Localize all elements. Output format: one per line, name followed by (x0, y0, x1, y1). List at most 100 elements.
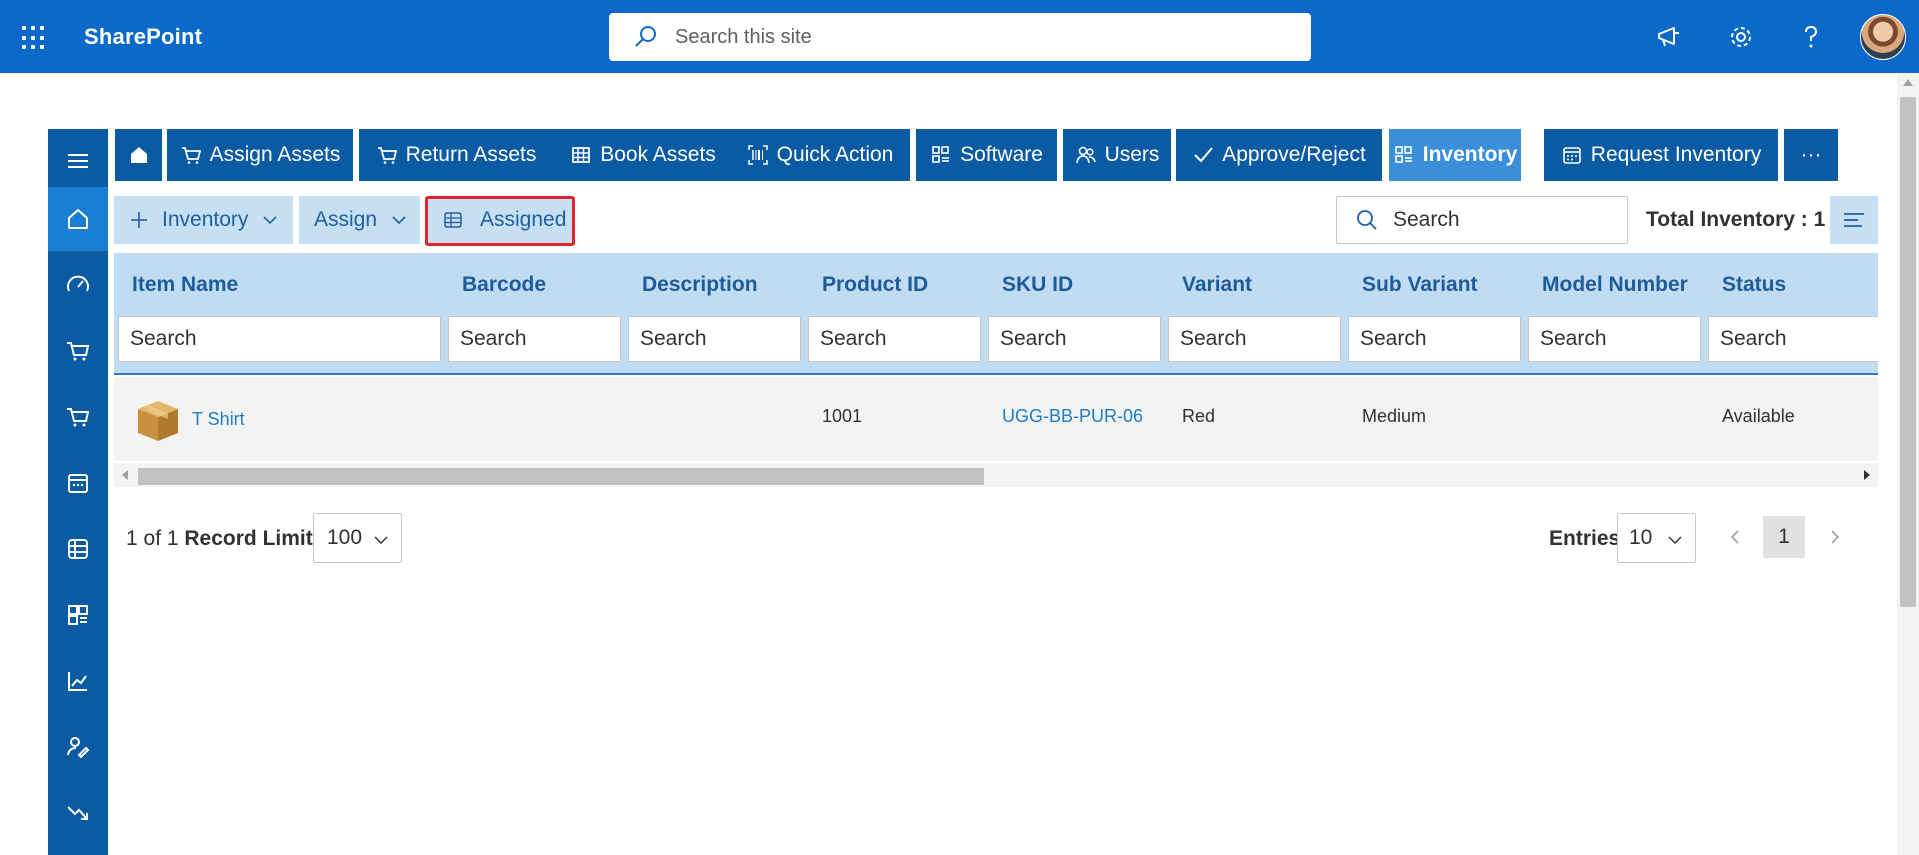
site-search-box[interactable]: Search this site (609, 13, 1311, 61)
user-avatar[interactable] (1860, 14, 1906, 60)
help-icon[interactable] (1796, 22, 1826, 52)
table-row[interactable]: T Shirt 1001 UGG-BB-PUR-06 Red Medium Av… (114, 377, 1878, 461)
record-limit-value: 100 (327, 526, 363, 549)
chevron-down-icon (374, 536, 388, 545)
filter-product-id[interactable]: Search (808, 316, 981, 362)
nav-book-assets-label: Book Assets (600, 143, 716, 166)
cart-icon (181, 147, 201, 164)
column-header-item-name[interactable]: Item Name (132, 273, 238, 297)
table-scrollbar-thumb[interactable] (138, 468, 984, 485)
nav-users-label: Users (1104, 143, 1160, 166)
chevron-down-icon (1668, 536, 1682, 545)
nav-quick-action-button[interactable]: Quick Action (730, 129, 910, 181)
column-header-description[interactable]: Description (642, 273, 758, 297)
grid-search-placeholder: Search (1393, 208, 1460, 231)
rail-chart-icon[interactable] (48, 649, 108, 713)
plus-icon (131, 212, 147, 228)
search-icon (1357, 210, 1377, 230)
entries-value: 10 (1629, 526, 1653, 549)
cell-sku-id[interactable]: UGG-BB-PUR-06 (1002, 406, 1143, 427)
column-header-variant[interactable]: Variant (1182, 273, 1252, 297)
nav-home-button[interactable] (115, 129, 162, 181)
rail-cart-icon[interactable] (48, 319, 108, 383)
cardboard-box-icon (138, 401, 178, 441)
column-header-status[interactable]: Status (1722, 273, 1786, 297)
record-limit-label: Record Limit (184, 527, 313, 550)
page-number-button[interactable]: 1 (1763, 516, 1805, 558)
cart-return-icon (377, 147, 397, 164)
settings-gear-icon[interactable] (1726, 22, 1756, 52)
scroll-right-arrow-icon[interactable] (1864, 470, 1870, 480)
filter-barcode[interactable]: Search (448, 316, 621, 362)
nav-software-label: Software (960, 143, 1043, 166)
next-page-button[interactable] (1814, 516, 1856, 558)
nav-users-button[interactable]: Users (1063, 129, 1171, 181)
record-summary: 1 of 1 Record Limit (126, 527, 313, 551)
nav-software-button[interactable]: Software (916, 129, 1057, 181)
nav-return-assets-button[interactable]: Return Assets (359, 129, 553, 181)
rail-user-edit-icon[interactable] (48, 715, 108, 779)
entries-select[interactable]: 10 (1617, 513, 1696, 563)
rail-cart-return-icon[interactable] (48, 385, 108, 449)
brand-title[interactable]: SharePoint (84, 24, 202, 50)
nav-assign-assets-button[interactable]: Assign Assets (167, 129, 353, 181)
hamburger-menu-icon[interactable] (48, 129, 108, 193)
table-header: Item Name Barcode Description Product ID… (114, 253, 1878, 375)
nav-more-button[interactable]: ··· (1784, 129, 1838, 181)
filter-sub-variant[interactable]: Search (1348, 316, 1521, 362)
rail-trend-down-icon[interactable] (48, 781, 108, 845)
cell-variant: Red (1182, 406, 1216, 426)
rail-dashboard-gauge-icon[interactable] (48, 253, 108, 317)
chevron-down-icon (392, 216, 406, 225)
filter-item-name[interactable]: Search (118, 316, 441, 362)
rail-grid-list-icon[interactable] (48, 583, 108, 647)
add-inventory-label: Inventory (162, 208, 249, 231)
megaphone-icon[interactable] (1654, 22, 1684, 52)
filter-status[interactable]: Search (1708, 316, 1878, 362)
left-rail (48, 129, 108, 855)
suite-bar: SharePoint Search this site (0, 0, 1919, 73)
scroll-left-arrow-icon[interactable] (122, 470, 128, 480)
rail-calendar-icon[interactable] (48, 451, 108, 515)
chevron-down-icon (263, 216, 277, 225)
page-scrollbar[interactable] (1897, 73, 1919, 855)
assign-label: Assign (314, 208, 378, 231)
assign-dropdown-button[interactable]: Assign (299, 196, 420, 244)
nav-assign-assets-label: Assign Assets (209, 143, 341, 166)
more-icon: ··· (1800, 143, 1822, 166)
rail-home-icon[interactable] (48, 187, 108, 251)
prev-page-button[interactable] (1714, 516, 1756, 558)
grid-list-icon (1394, 146, 1412, 163)
cell-item-name[interactable]: T Shirt (192, 409, 245, 430)
site-search-placeholder: Search this site (675, 25, 812, 48)
nav-approve-reject-button[interactable]: Approve/Reject (1176, 129, 1382, 181)
check-icon (1194, 147, 1213, 163)
filter-sku-id[interactable]: Search (988, 316, 1161, 362)
nav-inventory-button[interactable]: Inventory (1389, 129, 1521, 181)
nav-request-inventory-button[interactable]: Request Inventory (1544, 129, 1778, 181)
table-horizontal-scrollbar[interactable] (114, 463, 1878, 487)
app-launcher-icon[interactable] (22, 26, 46, 50)
grid-search-input[interactable]: Search (1336, 196, 1628, 244)
nav-book-assets-button[interactable]: Book Assets (553, 129, 733, 181)
scroll-up-arrow-icon[interactable] (1903, 79, 1913, 86)
filter-description[interactable]: Search (628, 316, 801, 362)
record-limit-select[interactable]: 100 (313, 513, 402, 563)
sort-lines-icon (1844, 213, 1864, 227)
column-header-product-id[interactable]: Product ID (822, 273, 928, 297)
cell-product-id: 1001 (822, 406, 863, 426)
nav-inventory-label: Inventory (1422, 143, 1518, 166)
column-header-sku-id[interactable]: SKU ID (1002, 273, 1073, 297)
column-header-sub-variant[interactable]: Sub Variant (1362, 273, 1478, 297)
add-inventory-button[interactable]: Inventory (114, 196, 293, 244)
column-header-barcode[interactable]: Barcode (462, 273, 546, 297)
page-scrollbar-thumb[interactable] (1900, 97, 1916, 607)
filter-variant[interactable]: Search (1168, 316, 1341, 362)
calendar-icon (1562, 147, 1581, 164)
column-options-button[interactable] (1830, 196, 1878, 244)
rail-table-icon[interactable] (48, 517, 108, 581)
nav-request-inventory-label: Request Inventory (1590, 143, 1762, 166)
filter-model-number[interactable]: Search (1528, 316, 1701, 362)
column-header-model-number[interactable]: Model Number (1542, 273, 1688, 297)
chevron-left-icon (1730, 530, 1739, 544)
